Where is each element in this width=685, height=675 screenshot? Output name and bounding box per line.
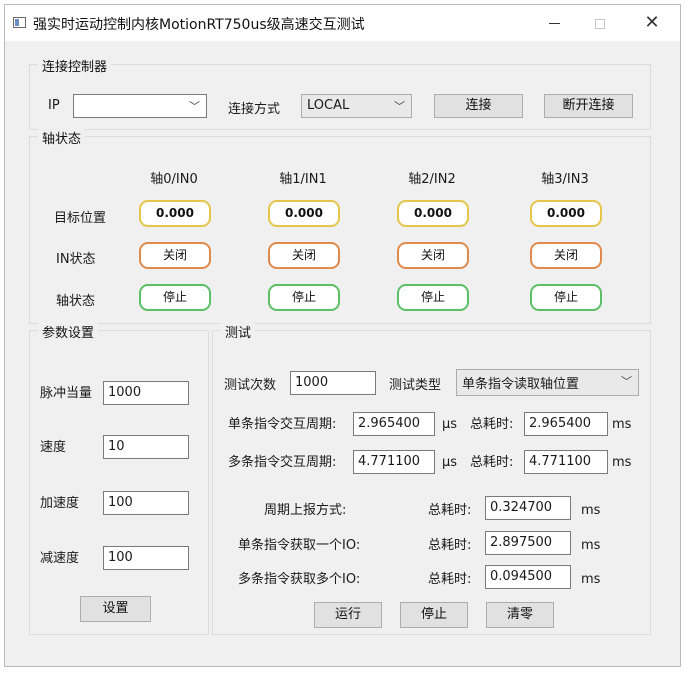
axis-column-header: 轴0/IN0	[150, 172, 198, 187]
axis-state-label: 轴状态	[56, 294, 96, 309]
speed-label: 速度	[40, 440, 67, 455]
connect-method-label: 连接方式	[228, 102, 281, 117]
in-status-value: 关闭	[139, 242, 211, 269]
axis-state-value: 停止	[397, 284, 469, 311]
connect-button[interactable]: 连接	[434, 94, 523, 118]
title-bar: 强实时运动控制内核MotionRT750us级高速交互测试 ✕	[5, 5, 680, 41]
multi-total-input[interactable]: 4.771100	[524, 450, 608, 474]
chevron-down-icon: ﹀	[394, 100, 405, 113]
run-button[interactable]: 运行	[314, 602, 382, 628]
pulse-input[interactable]: 1000	[103, 381, 189, 405]
ip-combo[interactable]: ﹀	[73, 94, 207, 118]
test-type-value: 单条指令读取轴位置	[462, 377, 580, 392]
test-group-title: 测试	[221, 322, 256, 341]
clear-button[interactable]: 清零	[486, 602, 554, 628]
target-position-label: 目标位置	[54, 211, 107, 226]
in-status-value: 关闭	[530, 242, 602, 269]
accel-input[interactable]: 100	[103, 491, 189, 515]
single-total-unit: ms	[612, 417, 632, 432]
close-button[interactable]: ✕	[629, 5, 675, 41]
single-cycle-label: 单条指令交互周期:	[228, 417, 337, 432]
axis-column-header: 轴3/IN3	[541, 172, 589, 187]
target-position-value: 0.000	[530, 200, 602, 227]
connect-group: 连接控制器 IP ﹀ 连接方式 LOCAL ﹀ 连接 断开连接	[29, 56, 651, 130]
test-type-combo[interactable]: 单条指令读取轴位置 ﹀	[456, 369, 639, 396]
connect-method-value: LOCAL	[307, 98, 350, 113]
single-io-total-input[interactable]: 2.897500	[485, 531, 571, 555]
params-group: 参数设置 脉冲当量 1000 速度 10 加速度 100 减速度 100 设置	[29, 322, 209, 635]
test-type-label: 测试类型	[389, 378, 442, 393]
single-cycle-unit: μs	[442, 417, 458, 432]
ip-label: IP	[48, 98, 60, 113]
speed-input[interactable]: 10	[103, 435, 189, 459]
single-io-label: 单条指令获取一个IO:	[238, 538, 361, 553]
axis-status-group-title: 轴状态	[38, 128, 86, 147]
connect-group-title: 连接控制器	[38, 56, 112, 75]
multi-io-total-label: 总耗时:	[428, 572, 472, 587]
single-total-input[interactable]: 2.965400	[524, 412, 608, 436]
stop-button[interactable]: 停止	[400, 602, 468, 628]
window-title: 强实时运动控制内核MotionRT750us级高速交互测试	[33, 17, 365, 33]
multi-io-unit: ms	[581, 572, 601, 587]
main-window: 强实时运动控制内核MotionRT750us级高速交互测试 ✕ 连接控制器 IP…	[4, 4, 681, 667]
target-position-value: 0.000	[139, 200, 211, 227]
connect-method-combo[interactable]: LOCAL ﹀	[301, 94, 412, 118]
decel-input[interactable]: 100	[103, 546, 189, 570]
report-mode-label: 周期上报方式:	[264, 503, 347, 518]
app-icon	[13, 17, 26, 28]
single-io-unit: ms	[581, 538, 601, 553]
set-button[interactable]: 设置	[80, 596, 151, 622]
multi-total-label: 总耗时:	[470, 455, 514, 470]
disconnect-button[interactable]: 断开连接	[544, 94, 633, 118]
axis-state-value: 停止	[530, 284, 602, 311]
minimize-icon	[548, 23, 560, 24]
axis-column-header: 轴1/IN1	[279, 172, 327, 187]
multi-cycle-input[interactable]: 4.771100	[353, 450, 435, 474]
axis-state-value: 停止	[139, 284, 211, 311]
multi-cycle-unit: μs	[442, 455, 458, 470]
multi-io-label: 多条指令获取多个IO:	[238, 572, 361, 587]
test-group: 测试 测试次数 1000 测试类型 单条指令读取轴位置 ﹀ 单条指令交互周期: …	[212, 322, 651, 635]
decel-label: 减速度	[40, 551, 80, 566]
in-status-value: 关闭	[268, 242, 340, 269]
axis-state-value: 停止	[268, 284, 340, 311]
close-icon: ✕	[644, 12, 660, 33]
test-count-label: 测试次数	[224, 378, 277, 393]
chevron-down-icon: ﹀	[621, 375, 632, 388]
axis-column-header: 轴2/IN2	[408, 172, 456, 187]
multi-total-unit: ms	[612, 455, 632, 470]
maximize-button[interactable]	[577, 5, 623, 41]
report-unit: ms	[581, 503, 601, 518]
report-total-label: 总耗时:	[428, 503, 472, 518]
test-count-input[interactable]: 1000	[290, 371, 376, 395]
maximize-icon	[595, 18, 605, 29]
single-io-total-label: 总耗时:	[428, 538, 472, 553]
single-total-label: 总耗时:	[470, 417, 514, 432]
chevron-down-icon: ﹀	[189, 100, 200, 113]
report-total-input[interactable]: 0.324700	[485, 496, 571, 520]
axis-status-group: 轴状态 轴0/IN0 轴1/IN1 轴2/IN2 轴3/IN3 目标位置 IN状…	[29, 128, 651, 324]
in-status-label: IN状态	[56, 252, 96, 267]
accel-label: 加速度	[40, 496, 80, 511]
multi-cycle-label: 多条指令交互周期:	[228, 455, 337, 470]
minimize-button[interactable]	[531, 5, 577, 41]
pulse-label: 脉冲当量	[40, 386, 93, 401]
multi-io-total-input[interactable]: 0.094500	[485, 565, 571, 589]
in-status-value: 关闭	[397, 242, 469, 269]
target-position-value: 0.000	[268, 200, 340, 227]
single-cycle-input[interactable]: 2.965400	[353, 412, 435, 436]
target-position-value: 0.000	[397, 200, 469, 227]
params-group-title: 参数设置	[38, 322, 99, 341]
